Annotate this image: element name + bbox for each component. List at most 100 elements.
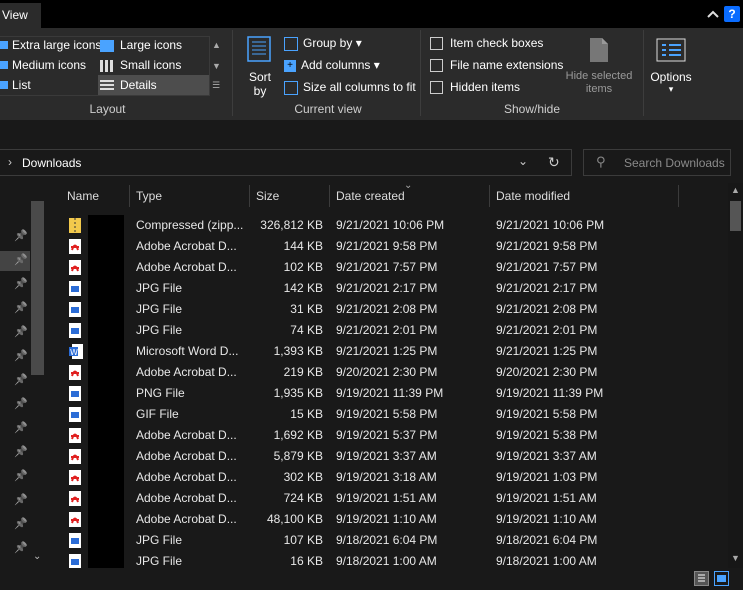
file-name-extensions-toggle[interactable]: File name extensions — [430, 57, 563, 73]
item-check-boxes-toggle[interactable]: Item check boxes — [430, 35, 543, 51]
table-row[interactable]: Adobe Acrobat D... 5,879 KB 9/19/2021 3:37… — [48, 446, 728, 467]
column-divider[interactable] — [678, 185, 679, 207]
pin-icon[interactable]: 📌 — [14, 373, 28, 386]
redacted-file-name — [88, 467, 124, 488]
table-row[interactable]: JPG File 107 KB 9/18/2021 6:04 PM 9/18/2021… — [48, 530, 728, 551]
address-bar[interactable]: › Downloads ⌄ ↻ — [0, 149, 572, 176]
checkbox[interactable] — [430, 59, 443, 73]
pin-icon[interactable]: 📌 — [14, 229, 28, 242]
gallery-scroll-down-icon[interactable]: ▼ — [212, 61, 221, 71]
pin-icon[interactable]: 📌 — [14, 253, 28, 266]
navigation-pane: 📌 📌 📌 📌 📌 📌 📌 📌 📌 📌 📌 📌 📌 📌 ⌄ — [0, 183, 47, 568]
help-icon[interactable]: ? — [724, 6, 740, 22]
table-row[interactable]: Adobe Acrobat D... 102 KB 9/21/2021 7:57 P… — [48, 257, 728, 278]
pin-icon[interactable]: 📌 — [14, 469, 28, 482]
table-row[interactable]: JPG File 142 KB 9/21/2021 2:17 PM 9/21/2021… — [48, 278, 728, 299]
large-icons-view-icon[interactable] — [714, 571, 729, 586]
gallery-expand-icon[interactable]: ☰ — [212, 80, 220, 91]
details-icon — [100, 79, 114, 92]
layout-large-icons[interactable]: Large icons — [100, 35, 182, 55]
status-bar — [0, 568, 743, 590]
sort-by-button[interactable]: Sort by — [244, 70, 276, 98]
tab-view[interactable]: View — [0, 3, 41, 28]
table-row[interactable]: JPG File 16 KB 9/18/2021 1:00 AM 9/18/2021 … — [48, 551, 728, 568]
layout-extra-large-icons[interactable]: Extra large icons — [0, 35, 101, 55]
column-header-size[interactable]: Size — [250, 183, 328, 210]
pdf-file-icon — [69, 365, 81, 380]
hide-selected-items-button[interactable]: Hide selected items — [562, 70, 636, 96]
pin-icon[interactable]: 📌 — [14, 277, 28, 290]
cell-modified: 9/21/2021 2:01 PM — [496, 323, 598, 337]
column-header-name[interactable]: Name — [61, 183, 131, 210]
layout-small-icons[interactable]: Small icons — [100, 55, 181, 75]
table-row[interactable]: PNG File 1,935 KB 9/19/2021 11:39 PM 9/19/2… — [48, 383, 728, 404]
pin-icon[interactable]: 📌 — [14, 493, 28, 506]
table-row[interactable]: JPG File 31 KB 9/21/2021 2:08 PM 9/21/2021 … — [48, 299, 728, 320]
cell-modified: 9/21/2021 2:17 PM — [496, 281, 598, 295]
redacted-file-name — [88, 404, 124, 425]
options-button[interactable]: Options ▾ — [647, 70, 695, 95]
pdf-file-icon — [69, 512, 81, 527]
size-all-columns-button[interactable]: Size all columns to fit — [284, 79, 416, 95]
pin-icon[interactable]: 📌 — [14, 301, 28, 314]
layout-medium-icons[interactable]: Medium icons — [0, 55, 86, 75]
breadcrumb-chevron-icon[interactable]: › — [8, 155, 12, 169]
collapse-ribbon-icon[interactable] — [705, 6, 721, 22]
checkbox[interactable] — [430, 81, 443, 95]
gallery-scroll-up-icon[interactable]: ▲ — [212, 40, 221, 50]
scroll-down-icon[interactable]: ▼ — [731, 553, 740, 563]
cell-type: Adobe Acrobat D... — [136, 428, 237, 442]
column-header-type[interactable]: Type — [130, 183, 248, 210]
table-row[interactable]: Adobe Acrobat D... 1,692 KB 9/19/2021 5:37… — [48, 425, 728, 446]
table-row[interactable]: Adobe Acrobat D... 302 KB 9/19/2021 3:18 A… — [48, 467, 728, 488]
cell-modified: 9/19/2021 5:58 PM — [496, 407, 598, 421]
medium-icons-icon — [0, 61, 8, 69]
cell-type: Compressed (zipp... — [136, 218, 244, 232]
search-input[interactable]: ⚲ Search Downloads — [583, 149, 731, 176]
pin-icon[interactable]: 📌 — [14, 325, 28, 338]
table-row[interactable]: Adobe Acrobat D... 144 KB 9/21/2021 9:58 P… — [48, 236, 728, 257]
divider — [232, 30, 233, 116]
hidden-items-toggle[interactable]: Hidden items — [430, 79, 520, 95]
pin-icon[interactable]: 📌 — [14, 541, 28, 554]
table-row[interactable]: GIF File 15 KB 9/19/2021 5:58 PM 9/19/2021 … — [48, 404, 728, 425]
img-file-icon — [69, 323, 81, 338]
breadcrumb[interactable]: Downloads — [22, 156, 81, 170]
pin-icon[interactable]: 📌 — [14, 349, 28, 362]
layout-list[interactable]: List — [0, 75, 31, 95]
address-dropdown-icon[interactable]: ⌄ — [518, 154, 528, 168]
redacted-file-name — [88, 341, 124, 362]
details-view-icon[interactable] — [694, 571, 709, 586]
add-columns-button[interactable]: + Add columns ▾ — [284, 57, 380, 73]
table-row[interactable]: Adobe Acrobat D... 48,100 KB 9/19/2021 1:1… — [48, 509, 728, 530]
nav-scrollbar-thumb[interactable] — [31, 201, 44, 375]
group-by-button[interactable]: Group by ▾ — [284, 35, 362, 51]
table-row[interactable]: Adobe Acrobat D... 219 KB 9/20/2021 2:30 P… — [48, 362, 728, 383]
cell-type: Adobe Acrobat D... — [136, 365, 237, 379]
table-row[interactable]: Compressed (zipp... 326,812 KB 9/21/2021 1… — [48, 215, 728, 236]
pdf-file-icon — [69, 239, 81, 254]
table-row[interactable]: JPG File 74 KB 9/21/2021 2:01 PM 9/21/2021 … — [48, 320, 728, 341]
table-row[interactable]: Adobe Acrobat D... 724 KB 9/19/2021 1:51 A… — [48, 488, 728, 509]
vertical-scrollbar[interactable]: ▲ ▼ — [728, 183, 743, 568]
redacted-file-name — [88, 362, 124, 383]
pin-icon[interactable]: 📌 — [14, 445, 28, 458]
cell-type: Microsoft Word D... — [136, 344, 239, 358]
layout-details[interactable]: Details — [98, 75, 209, 95]
scroll-up-icon[interactable]: ▲ — [731, 185, 740, 195]
table-row[interactable]: W Microsoft Word D... 1,393 KB 9/21/2021 1:… — [48, 341, 728, 362]
cell-created: 9/19/2021 3:37 AM — [336, 449, 437, 463]
hide-selected-items-icon — [588, 36, 610, 64]
checkbox[interactable] — [430, 37, 443, 51]
refresh-icon[interactable]: ↻ — [548, 154, 560, 171]
nav-scroll-down-icon[interactable]: ⌄ — [33, 551, 41, 562]
cell-size: 219 KB — [283, 365, 323, 379]
pin-icon[interactable]: 📌 — [14, 397, 28, 410]
scrollbar-thumb[interactable] — [730, 201, 741, 231]
column-header-date-modified[interactable]: Date modified — [490, 183, 650, 210]
pin-icon[interactable]: 📌 — [14, 421, 28, 434]
group-by-icon — [284, 36, 298, 51]
cell-size: 107 KB — [283, 533, 323, 547]
pin-icon[interactable]: 📌 — [14, 517, 28, 530]
cell-type: Adobe Acrobat D... — [136, 470, 237, 484]
